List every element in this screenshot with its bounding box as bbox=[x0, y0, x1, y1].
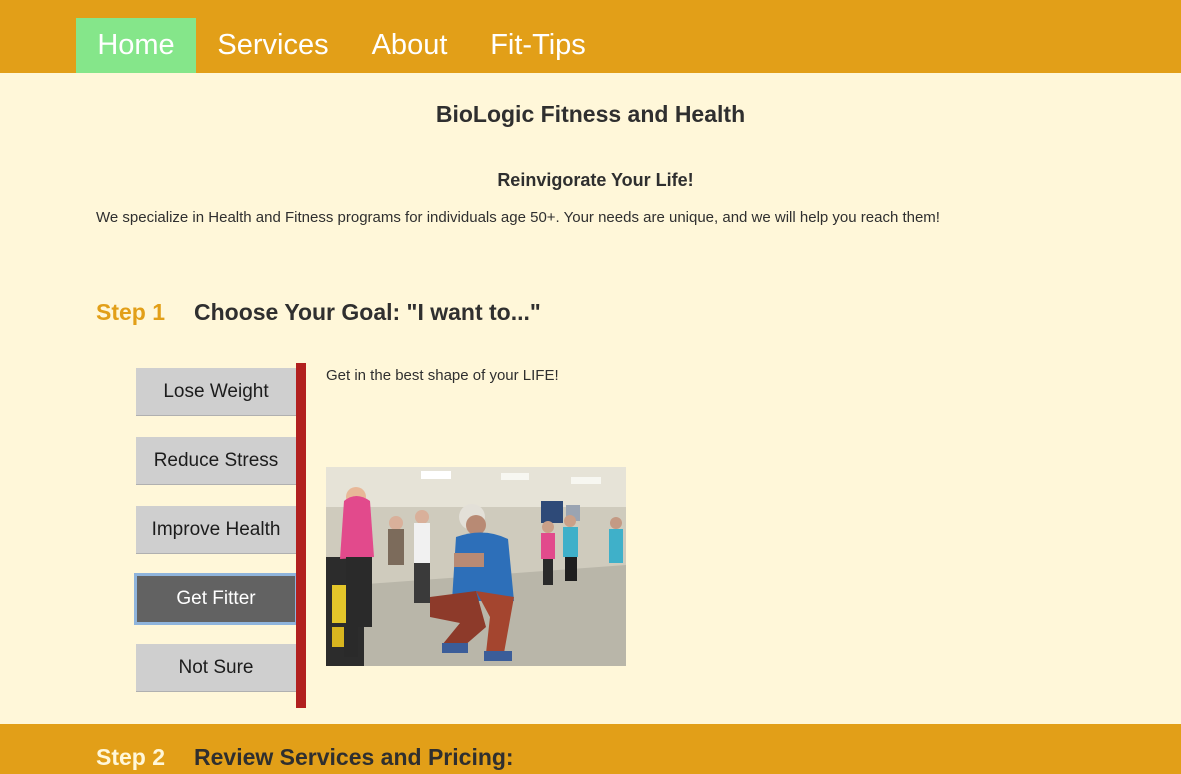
intro-text: We specialize in Health and Fitness prog… bbox=[96, 209, 940, 226]
step1-heading: Choose Your Goal: "I want to..." bbox=[194, 299, 541, 325]
goal-description: Get in the best shape of your LIFE! bbox=[326, 367, 559, 384]
goal-button-improve-health[interactable]: Improve Health bbox=[136, 506, 296, 554]
nav-fit-tips[interactable]: Fit-Tips bbox=[469, 18, 607, 73]
goal-button-not-sure[interactable]: Not Sure bbox=[136, 644, 296, 692]
nav-services[interactable]: Services bbox=[196, 18, 350, 73]
nav-about[interactable]: About bbox=[350, 18, 469, 73]
fitness-class-photo bbox=[326, 467, 626, 666]
step2-band bbox=[0, 724, 1181, 774]
goal-button-lose-weight[interactable]: Lose Weight bbox=[136, 368, 296, 416]
step2-label: Step 2 bbox=[96, 744, 166, 770]
tagline: Reinvigorate Your Life! bbox=[497, 170, 694, 190]
step1-label: Step 1 bbox=[96, 299, 166, 325]
goal-divider bbox=[296, 363, 306, 708]
top-navbar: Home Services About Fit-Tips bbox=[0, 0, 1181, 73]
step2-heading: Review Services and Pricing: bbox=[194, 744, 514, 770]
goal-button-get-fitter[interactable]: Get Fitter bbox=[134, 573, 298, 625]
goal-button-reduce-stress[interactable]: Reduce Stress bbox=[136, 437, 296, 485]
site-title: BioLogic Fitness and Health bbox=[435, 101, 746, 127]
nav-home[interactable]: Home bbox=[76, 18, 196, 73]
